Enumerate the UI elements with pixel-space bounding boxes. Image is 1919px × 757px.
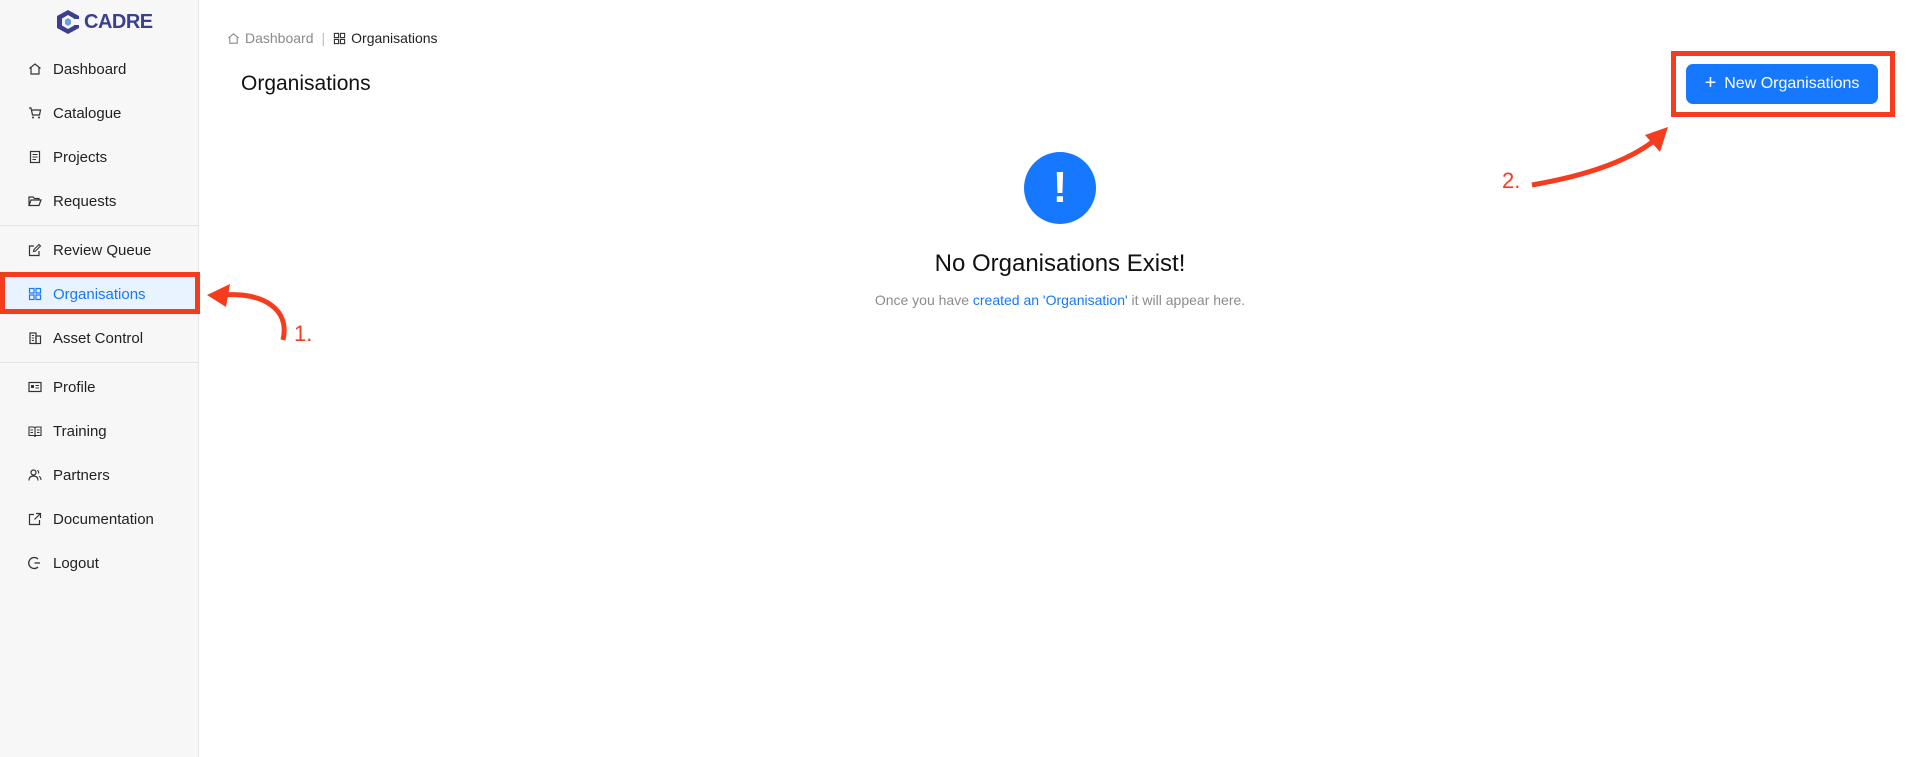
annotation-arrow-1 [221, 292, 287, 341]
annotation-arrowhead-1 [207, 284, 230, 307]
annotation-step-1: 1. [294, 321, 313, 346]
annotation-arrows [207, 127, 1668, 341]
annotation-arrow-2 [1531, 138, 1657, 188]
annotation-arrowhead-2 [1645, 127, 1668, 152]
annotation-step-2: 2. [1502, 168, 1521, 193]
